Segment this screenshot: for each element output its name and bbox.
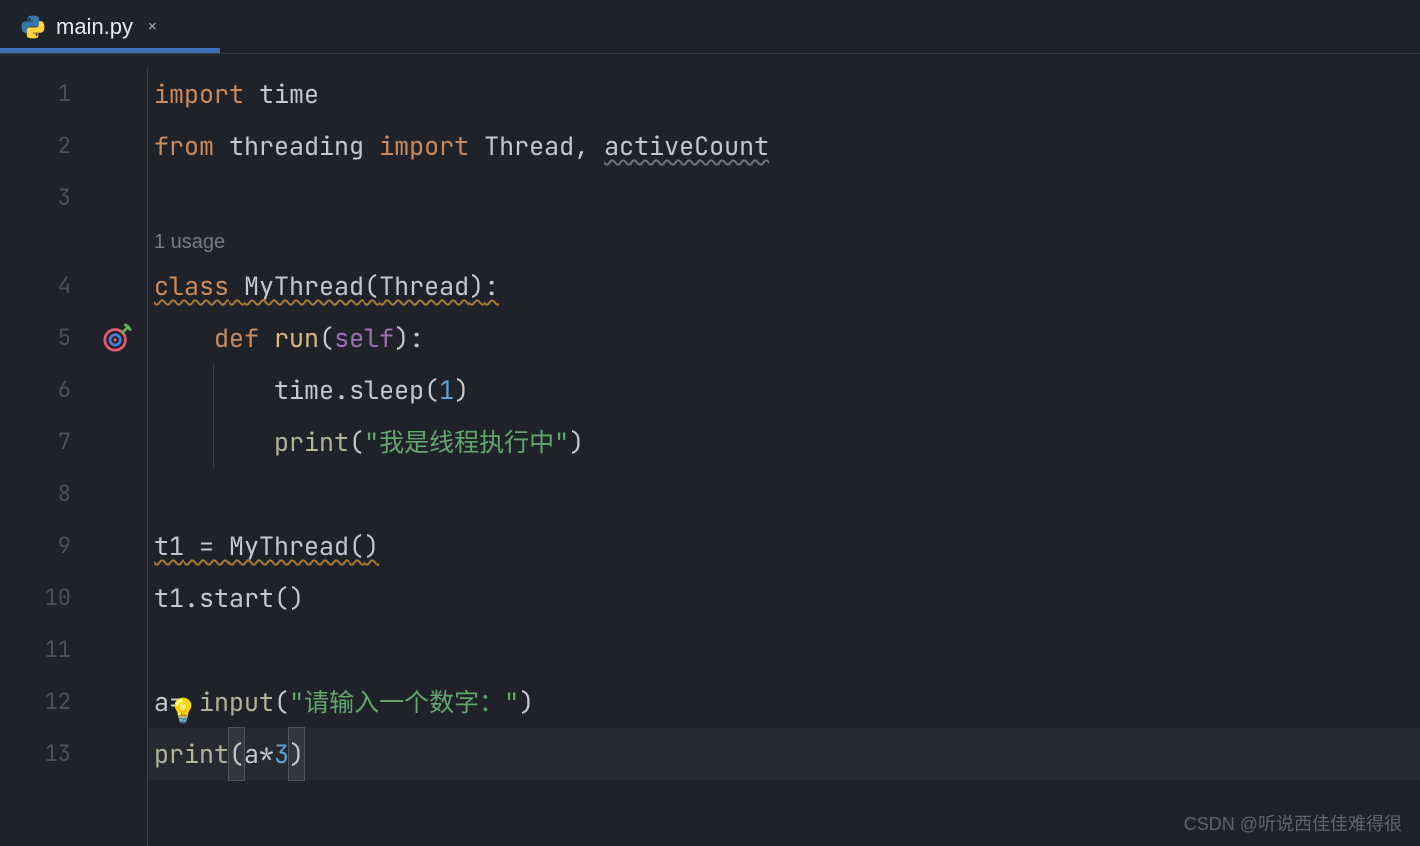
code-line[interactable]: t1 = MyThread(): [148, 520, 1420, 572]
line-number[interactable]: 3: [0, 172, 147, 224]
string: "请输入一个数字：": [289, 685, 519, 719]
punct-matched: (: [228, 727, 245, 781]
code-line-current[interactable]: print(a*3): [148, 728, 1420, 780]
code-line[interactable]: def run(self):: [148, 312, 1420, 364]
punct: (: [424, 373, 439, 407]
punct: (: [274, 685, 289, 719]
code-line[interactable]: import time: [148, 68, 1420, 120]
class-ref: MyThread: [229, 529, 349, 563]
number: 1: [439, 373, 454, 407]
parameter: self: [334, 321, 394, 355]
line-number[interactable]: 5: [0, 312, 147, 364]
line-number[interactable]: 2: [0, 120, 147, 172]
string: "我是线程执行中": [364, 425, 569, 459]
identifier: t1: [154, 529, 184, 563]
operator: =: [184, 529, 229, 563]
code-line[interactable]: from threading import Thread, activeCoun…: [148, 120, 1420, 172]
line-number[interactable]: 4: [0, 260, 147, 312]
punct: ): [454, 373, 469, 407]
builtin-call: input: [199, 685, 274, 719]
inlay-hint-usages[interactable]: 1 usage: [148, 224, 1420, 260]
editor[interactable]: 1 2 3 4 5 6 7 8 9 10 11 12 13 import tim: [0, 54, 1420, 846]
code-line[interactable]: t1.start(): [148, 572, 1420, 624]
code-line[interactable]: [148, 172, 1420, 224]
run-target-icon[interactable]: [101, 322, 133, 354]
punct: .: [334, 373, 349, 407]
method-call: sleep: [349, 373, 424, 407]
punct: ): [364, 529, 379, 563]
builtin-call: print: [274, 425, 349, 459]
punct: :: [409, 321, 424, 355]
gutter-spacer: [0, 224, 147, 260]
identifier: a: [244, 737, 259, 771]
identifier-warning: activeCount: [604, 129, 769, 163]
tab-bar: main.py ×: [0, 0, 1420, 54]
keyword: from: [154, 129, 214, 163]
line-number[interactable]: 13: [0, 728, 147, 780]
line-number[interactable]: 10: [0, 572, 147, 624]
function-name: run: [274, 321, 319, 355]
method-call: start: [199, 581, 274, 615]
line-number[interactable]: 9: [0, 520, 147, 572]
number: 3: [274, 737, 289, 771]
identifier: time: [259, 77, 319, 111]
builtin-call: print: [154, 737, 229, 771]
punct: ): [289, 581, 304, 615]
punct: ): [469, 269, 484, 303]
class-name: MyThread: [244, 269, 364, 303]
identifier: t1: [154, 581, 184, 615]
line-number[interactable]: 1: [0, 68, 147, 120]
punct: (: [349, 529, 364, 563]
active-tab-indicator: [0, 48, 220, 53]
code-line[interactable]: class MyThread(Thread):: [148, 260, 1420, 312]
line-number[interactable]: 11: [0, 624, 147, 676]
identifier: Thread: [484, 129, 574, 163]
punct: ): [569, 425, 584, 459]
punct: ): [394, 321, 409, 355]
gutter: 1 2 3 4 5 6 7 8 9 10 11 12 13: [0, 68, 148, 846]
line-number[interactable]: 8: [0, 468, 147, 520]
code-line[interactable]: [148, 624, 1420, 676]
close-tab-icon[interactable]: ×: [143, 15, 162, 38]
code-line[interactable]: print("我是线程执行中"): [148, 416, 1420, 468]
punct: (: [319, 321, 334, 355]
watermark: CSDN @听说西佳佳难得很: [1184, 810, 1402, 836]
identifier: threading: [229, 129, 364, 163]
line-number[interactable]: 7: [0, 416, 147, 468]
line-number[interactable]: 6: [0, 364, 147, 416]
operator: *: [259, 737, 274, 771]
punct-matched: ): [288, 727, 305, 781]
identifier: Thread: [379, 269, 469, 303]
code-line[interactable]: time.sleep(1): [148, 364, 1420, 416]
punct: .: [184, 581, 199, 615]
punct: ,: [574, 129, 589, 163]
code-line[interactable]: [148, 468, 1420, 520]
punct: ): [519, 685, 534, 719]
punct: (: [364, 269, 379, 303]
keyword: import: [379, 129, 469, 163]
code-area[interactable]: import time from threading import Thread…: [148, 68, 1420, 846]
space: [244, 77, 259, 111]
code-line[interactable]: a💡= input("请输入一个数字："): [148, 676, 1420, 728]
identifier: time: [274, 373, 334, 407]
keyword: class: [154, 269, 229, 303]
line-number[interactable]: 12: [0, 676, 147, 728]
keyword: import: [154, 77, 244, 111]
punct: :: [484, 269, 499, 303]
keyword: def: [214, 321, 259, 355]
punct: (: [349, 425, 364, 459]
tab-filename: main.py: [56, 14, 133, 40]
python-file-icon: [20, 14, 46, 40]
punct: (: [274, 581, 289, 615]
identifier: a: [154, 685, 169, 719]
file-tab-main-py[interactable]: main.py ×: [0, 0, 176, 53]
